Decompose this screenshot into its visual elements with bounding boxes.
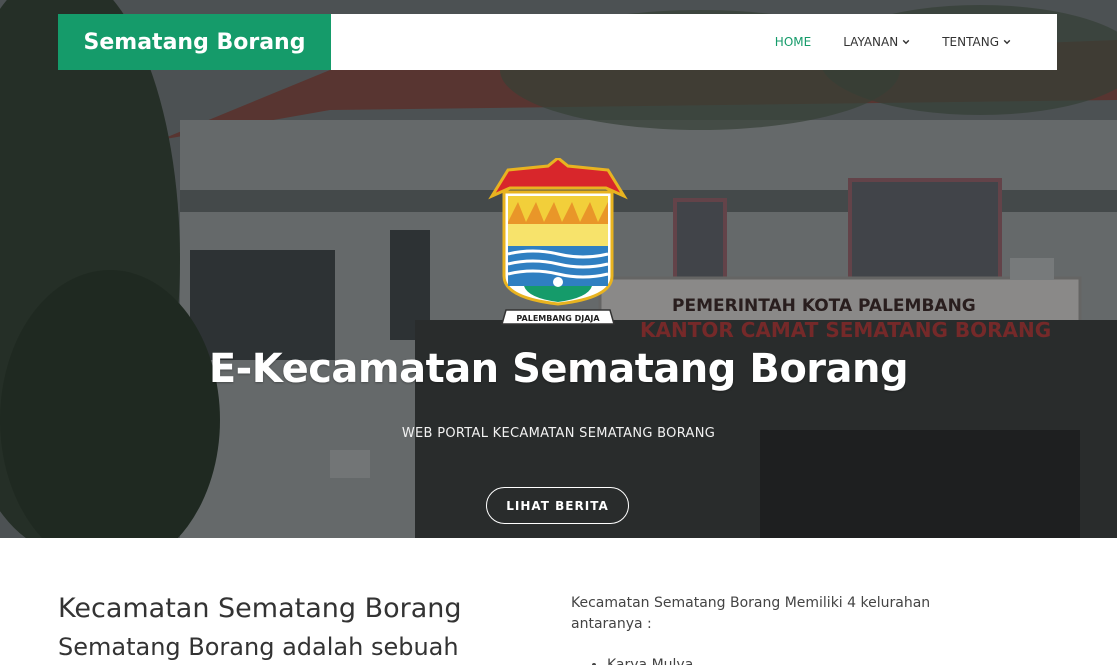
kelurahan-intro: Kecamatan Sematang Borang Memiliki 4 kel… xyxy=(571,595,931,632)
emblem-caption: PALEMBANG DJAJA xyxy=(516,314,600,323)
hero-section: PEMERINTAH KOTA PALEMBANG KANTOR CAMAT S… xyxy=(0,0,1117,538)
palembang-emblem-logo: PALEMBANG DJAJA xyxy=(488,158,628,325)
nav-item-tentang[interactable]: TENTANG xyxy=(942,35,1011,49)
hero-title: E-Kecamatan Sematang Borang xyxy=(208,346,909,392)
kelurahan-section: Kecamatan Sematang Borang Memiliki 4 kel… xyxy=(571,593,951,665)
about-subheading: Sematang Borang adalah sebuah xyxy=(58,633,459,661)
about-heading: Kecamatan Sematang Borang xyxy=(58,593,462,624)
nav-layanan-label: LAYANAN xyxy=(843,35,899,49)
about-section: Kecamatan Sematang Borang Sematang Boran… xyxy=(58,592,528,664)
nav-menu: HOME LAYANAN TENTANG xyxy=(775,14,1011,70)
hero-subtitle: WEB PORTAL KECAMATAN SEMATANG BORANG xyxy=(401,426,716,441)
lihat-berita-button[interactable]: LIHAT BERITA xyxy=(486,487,629,524)
nav-item-layanan[interactable]: LAYANAN xyxy=(843,35,910,49)
chevron-down-icon xyxy=(1003,39,1011,45)
nav-tentang-label: TENTANG xyxy=(942,35,999,49)
nav-home-label: HOME xyxy=(774,35,812,49)
list-item: Karya Mulya xyxy=(607,655,951,665)
top-navbar: Sematang Borang HOME LAYANAN TENTANG xyxy=(58,14,1057,70)
nav-item-home[interactable]: HOME xyxy=(775,35,811,49)
kelurahan-list: Karya Mulya xyxy=(571,655,951,665)
chevron-down-icon xyxy=(902,39,910,45)
brand-logo[interactable]: Sematang Borang xyxy=(58,14,331,70)
